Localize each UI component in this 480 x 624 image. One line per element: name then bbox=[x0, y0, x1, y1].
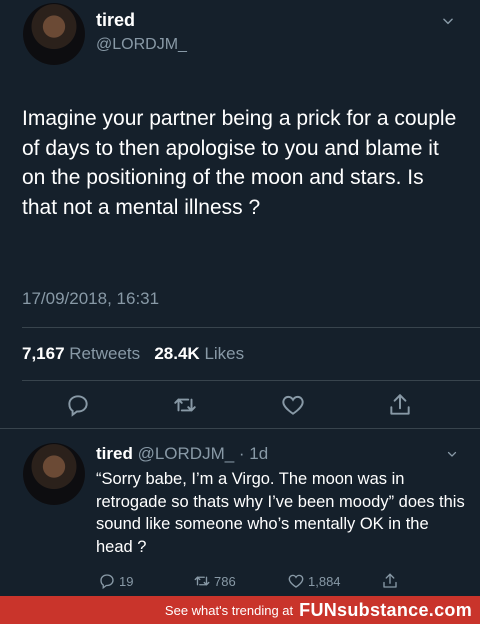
retweet-count: 786 bbox=[214, 573, 236, 589]
watermark-banner: See what's trending at FUNsubstance.com bbox=[0, 596, 480, 624]
heart-icon bbox=[288, 574, 304, 588]
display-name[interactable]: tired bbox=[96, 10, 135, 31]
divider bbox=[0, 428, 480, 429]
reply-retweet-button[interactable]: 786 bbox=[193, 572, 236, 590]
divider bbox=[22, 327, 480, 328]
tweet-actions bbox=[0, 392, 480, 420]
heart-icon[interactable] bbox=[280, 392, 306, 418]
reply-actions: 19 786 1,884 bbox=[0, 572, 480, 594]
likes-count[interactable]: 28.4K bbox=[154, 344, 199, 363]
user-handle[interactable]: @LORDJM_ bbox=[96, 36, 187, 54]
like-count: 1,884 bbox=[308, 573, 341, 589]
reply-icon bbox=[100, 574, 114, 590]
tweet-timestamp: 17/09/2018, 16:31 bbox=[22, 289, 160, 308]
likes-label[interactable]: Likes bbox=[204, 344, 244, 363]
divider bbox=[22, 380, 480, 381]
retweet-icon bbox=[194, 576, 210, 586]
reply-handle-time[interactable]: @LORDJM_ · 1d bbox=[138, 444, 269, 463]
retweets-count[interactable]: 7,167 bbox=[22, 344, 65, 363]
reply-display-name[interactable]: tired bbox=[96, 444, 133, 463]
retweet-icon[interactable] bbox=[172, 392, 198, 418]
avatar[interactable] bbox=[23, 443, 85, 505]
reply-header: tired @LORDJM_ · 1d bbox=[96, 444, 268, 464]
reply-count: 19 bbox=[119, 573, 134, 589]
banner-text: See what's trending at bbox=[164, 602, 294, 618]
banner-logo: FUNsubstance.com bbox=[299, 599, 472, 620]
reply-text: “Sorry babe, I’m a Virgo. The moon was i… bbox=[96, 470, 465, 556]
reply-reply-button[interactable]: 19 bbox=[98, 572, 133, 590]
reply-icon[interactable] bbox=[65, 392, 91, 418]
chevron-down-icon[interactable] bbox=[441, 14, 455, 28]
chevron-down-icon[interactable] bbox=[446, 448, 458, 460]
retweets-label[interactable]: Retweets bbox=[69, 344, 140, 363]
share-icon[interactable] bbox=[387, 392, 413, 418]
tweet-text: Imagine your partner being a prick for a… bbox=[22, 107, 457, 219]
tweet-stats: 7,167 Retweets 28.4K Likes bbox=[22, 344, 244, 364]
share-icon bbox=[383, 573, 397, 588]
avatar[interactable] bbox=[23, 3, 85, 65]
reply-like-button[interactable]: 1,884 bbox=[287, 572, 341, 590]
reply-share-button[interactable] bbox=[381, 572, 399, 590]
